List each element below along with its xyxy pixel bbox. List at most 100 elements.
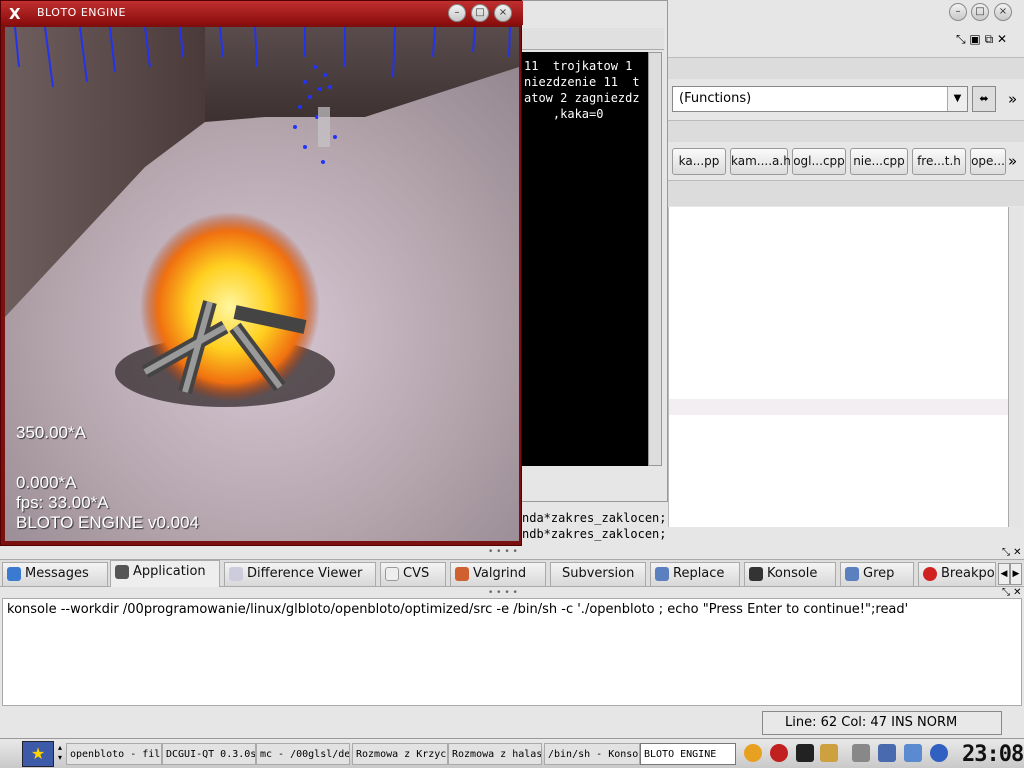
tab-application[interactable]: Application: [110, 560, 220, 587]
task-mc[interactable]: mc - /00glsl/de: [256, 743, 350, 765]
folder-tray-icon[interactable]: [820, 744, 838, 762]
grep-icon: [845, 567, 859, 581]
tab-konsole[interactable]: Konsole: [744, 562, 836, 586]
file-tab[interactable]: ka...pp: [672, 148, 726, 175]
cursor-position: Line: 62 Col: 47 INS NORM: [785, 715, 958, 730]
taskbar: ★ ▴ ▾ openbloto - fil DCGUI-QT 0.3.0s mc …: [0, 738, 1024, 768]
hud-angle-1: 350.00*A: [16, 423, 86, 442]
functions-combo[interactable]: (Functions) ▼: [672, 86, 968, 112]
tab-replace[interactable]: Replace: [650, 562, 740, 586]
splitter-handle-2[interactable]: • • • •: [488, 588, 518, 598]
konsole-icon: [749, 567, 763, 581]
diff-icon: [229, 567, 243, 581]
network-globe-icon[interactable]: [930, 744, 948, 762]
tab-label: Subversion: [562, 566, 635, 581]
tab-cvs[interactable]: CVS: [380, 562, 446, 586]
tab-label: Replace: [673, 566, 725, 581]
tab-breakpoints[interactable]: Breakpo: [918, 562, 996, 586]
settings-tray-icon[interactable]: [852, 744, 870, 762]
output-line: konsole --workdir /00programowanie/linux…: [7, 602, 909, 617]
tab-label: Breakpo: [941, 566, 995, 581]
chevron-down-icon[interactable]: ▼: [947, 87, 967, 111]
file-tab[interactable]: kam....a.h: [730, 148, 791, 175]
tab-messages[interactable]: Messages: [2, 562, 108, 586]
split-icon[interactable]: ⬌: [972, 86, 996, 112]
task-bin-sh[interactable]: /bin/sh - Konso: [544, 743, 640, 765]
game-title: BLOTO ENGINE: [37, 6, 126, 19]
game-title-bar[interactable]: BLOTO ENGINE: [1, 1, 523, 25]
tab-subversion[interactable]: Subversion: [550, 562, 646, 586]
tabs-scroll-right-icon[interactable]: ▶: [1010, 563, 1022, 585]
tab-grep[interactable]: Grep: [840, 562, 914, 586]
task-dcgui[interactable]: DCGUI-QT 0.3.0s: [162, 743, 256, 765]
toolbar-strip-2: [668, 120, 1024, 142]
code-editor[interactable]: [668, 207, 1009, 527]
window-tray-icon[interactable]: [878, 744, 896, 762]
code-line: ndb*zakres_zaklocen;: [522, 527, 667, 541]
application-icon: [115, 565, 129, 579]
functions-combo-value: (Functions): [679, 91, 752, 106]
task-bloto-engine[interactable]: BLOTO ENGINE: [640, 743, 736, 765]
file-tab[interactable]: ogl...cpp: [792, 148, 846, 175]
terminal-line: ,kaka=0: [524, 107, 604, 121]
file-tab[interactable]: ope...: [970, 148, 1006, 175]
game-minimize-icon[interactable]: –: [448, 4, 466, 22]
game-scene: [5, 27, 519, 541]
terminal-tray-icon[interactable]: [796, 744, 814, 762]
start-menu-star-icon[interactable]: ★: [22, 741, 54, 767]
tabs-more-chevron-icon[interactable]: »: [1008, 152, 1017, 170]
close-icon[interactable]: ×: [994, 3, 1012, 21]
file-tab[interactable]: fre...t.h: [912, 148, 966, 175]
file-tab[interactable]: nie...cpp: [850, 148, 908, 175]
task-rozmowa-halas[interactable]: Rozmowa z halas: [448, 743, 542, 765]
tab-valgrind[interactable]: Valgrind: [450, 562, 546, 586]
splitter-handle[interactable]: • • • •: [488, 547, 518, 557]
blender-tray-icon[interactable]: [744, 744, 762, 762]
toolbar-strip-3: [668, 180, 1024, 206]
game-window: BLOTO ENGINE X – □ × 350.00*A 0.000*A fp…: [0, 0, 523, 546]
tab-label: Application: [133, 564, 206, 579]
code-line: nda*zakres_zaklocen;: [522, 511, 667, 525]
tab-label: Valgrind: [473, 566, 527, 581]
editor-scrollbar[interactable]: [1008, 207, 1022, 527]
cvs-icon: [385, 567, 399, 581]
application-output[interactable]: konsole --workdir /00programowanie/linux…: [2, 598, 1022, 706]
valgrind-icon: [455, 567, 469, 581]
terminal-line: 11 trojkatow 1: [524, 59, 633, 73]
speaker-icon[interactable]: [904, 744, 922, 762]
task-rozmowa-krzyc[interactable]: Rozmowa z Krzyc: [352, 743, 448, 765]
current-line-highlight: [669, 399, 1009, 415]
game-viewport[interactable]: 350.00*A 0.000*A fps: 33.00*A BLOTO ENGI…: [5, 27, 519, 541]
panel-controls-icon[interactable]: ⤡ ✕: [1002, 547, 1022, 558]
breakpoint-icon: [923, 567, 937, 581]
hud-engine-version: BLOTO ENGINE v0.004: [16, 513, 199, 532]
output-panel-controls-icon[interactable]: ⤡ ✕: [1002, 587, 1022, 598]
hud-angle-2: 0.000*A: [16, 473, 77, 492]
game-close-icon[interactable]: ×: [494, 4, 512, 22]
opera-tray-icon[interactable]: [770, 744, 788, 762]
task-openbloto[interactable]: openbloto - fil: [66, 743, 162, 765]
terminal-line: niezdzenie 11 t: [524, 75, 640, 89]
terminal-output[interactable]: 11 trojkatow 1 niezdzenie 11 t atow 2 zagn…: [520, 52, 648, 466]
replace-icon: [655, 567, 669, 581]
tab-label: Grep: [863, 566, 895, 581]
dock-icons[interactable]: ⤡ ▣ ⧉ ✕: [956, 32, 1007, 47]
terminal-line: atow 2 zagniezdz: [524, 91, 640, 105]
toolbar-strip: [668, 57, 1024, 79]
clock[interactable]: 23:08: [962, 742, 1024, 767]
tab-label: CVS: [403, 566, 430, 581]
more-chevron-icon[interactable]: »: [1008, 90, 1017, 108]
tab-label: Difference Viewer: [247, 566, 363, 581]
task-scroll-icon[interactable]: ▴ ▾: [58, 743, 62, 763]
hud-fps: fps: 33.00*A: [16, 493, 109, 512]
terminal-tabbar: [520, 28, 664, 50]
tabs-scroll-left-icon[interactable]: ◀: [998, 563, 1010, 585]
terminal-scrollbar[interactable]: [648, 52, 662, 466]
tab-difference-viewer[interactable]: Difference Viewer: [224, 562, 376, 586]
minimize-icon[interactable]: –: [949, 3, 967, 21]
maximize-icon[interactable]: □: [971, 3, 989, 21]
app-x-icon: X: [9, 5, 21, 23]
game-maximize-icon[interactable]: □: [471, 4, 489, 22]
status-bar: Line: 62 Col: 47 INS NORM: [762, 711, 1002, 735]
messages-icon: [7, 567, 21, 581]
